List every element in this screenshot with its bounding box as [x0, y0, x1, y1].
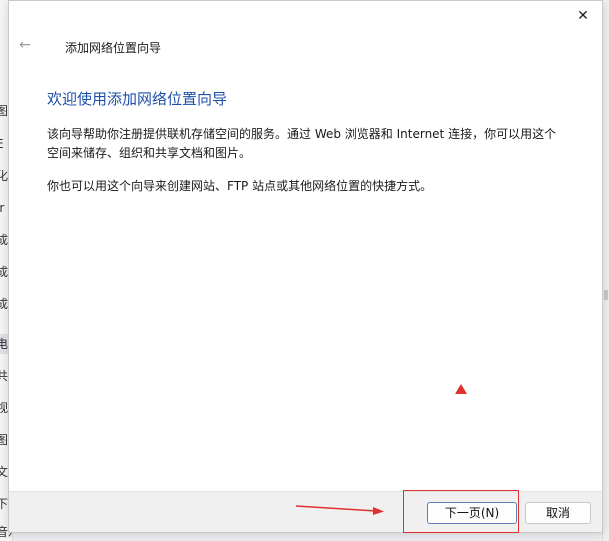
shortcut-paragraph: 你也可以用这个向导来创建网站、FTP 站点或其他网络位置的快捷方式。 [47, 179, 433, 193]
annotation-triangle-icon [455, 384, 467, 394]
annotation-highlight-box [403, 490, 519, 533]
add-network-location-wizard: ✕ ← 添加网络位置向导 欢迎使用添加网络位置向导 该向导帮助你注册提供联机存储… [8, 0, 603, 533]
wizard-title: 添加网络位置向导 [65, 41, 162, 55]
annotation-arrow-icon [296, 505, 384, 515]
cancel-button[interactable]: 取消 [525, 502, 591, 524]
back-arrow-icon[interactable]: ← [15, 35, 35, 55]
close-icon[interactable]: ✕ [572, 5, 594, 27]
scrollbar-thumb [604, 290, 608, 300]
background-scrollbar [602, 0, 609, 541]
intro-paragraph: 该向导帮助你注册提供联机存储空间的服务。通过 Web 浏览器和 Internet… [47, 127, 557, 160]
page-heading: 欢迎使用添加网络位置向导 [47, 90, 228, 108]
